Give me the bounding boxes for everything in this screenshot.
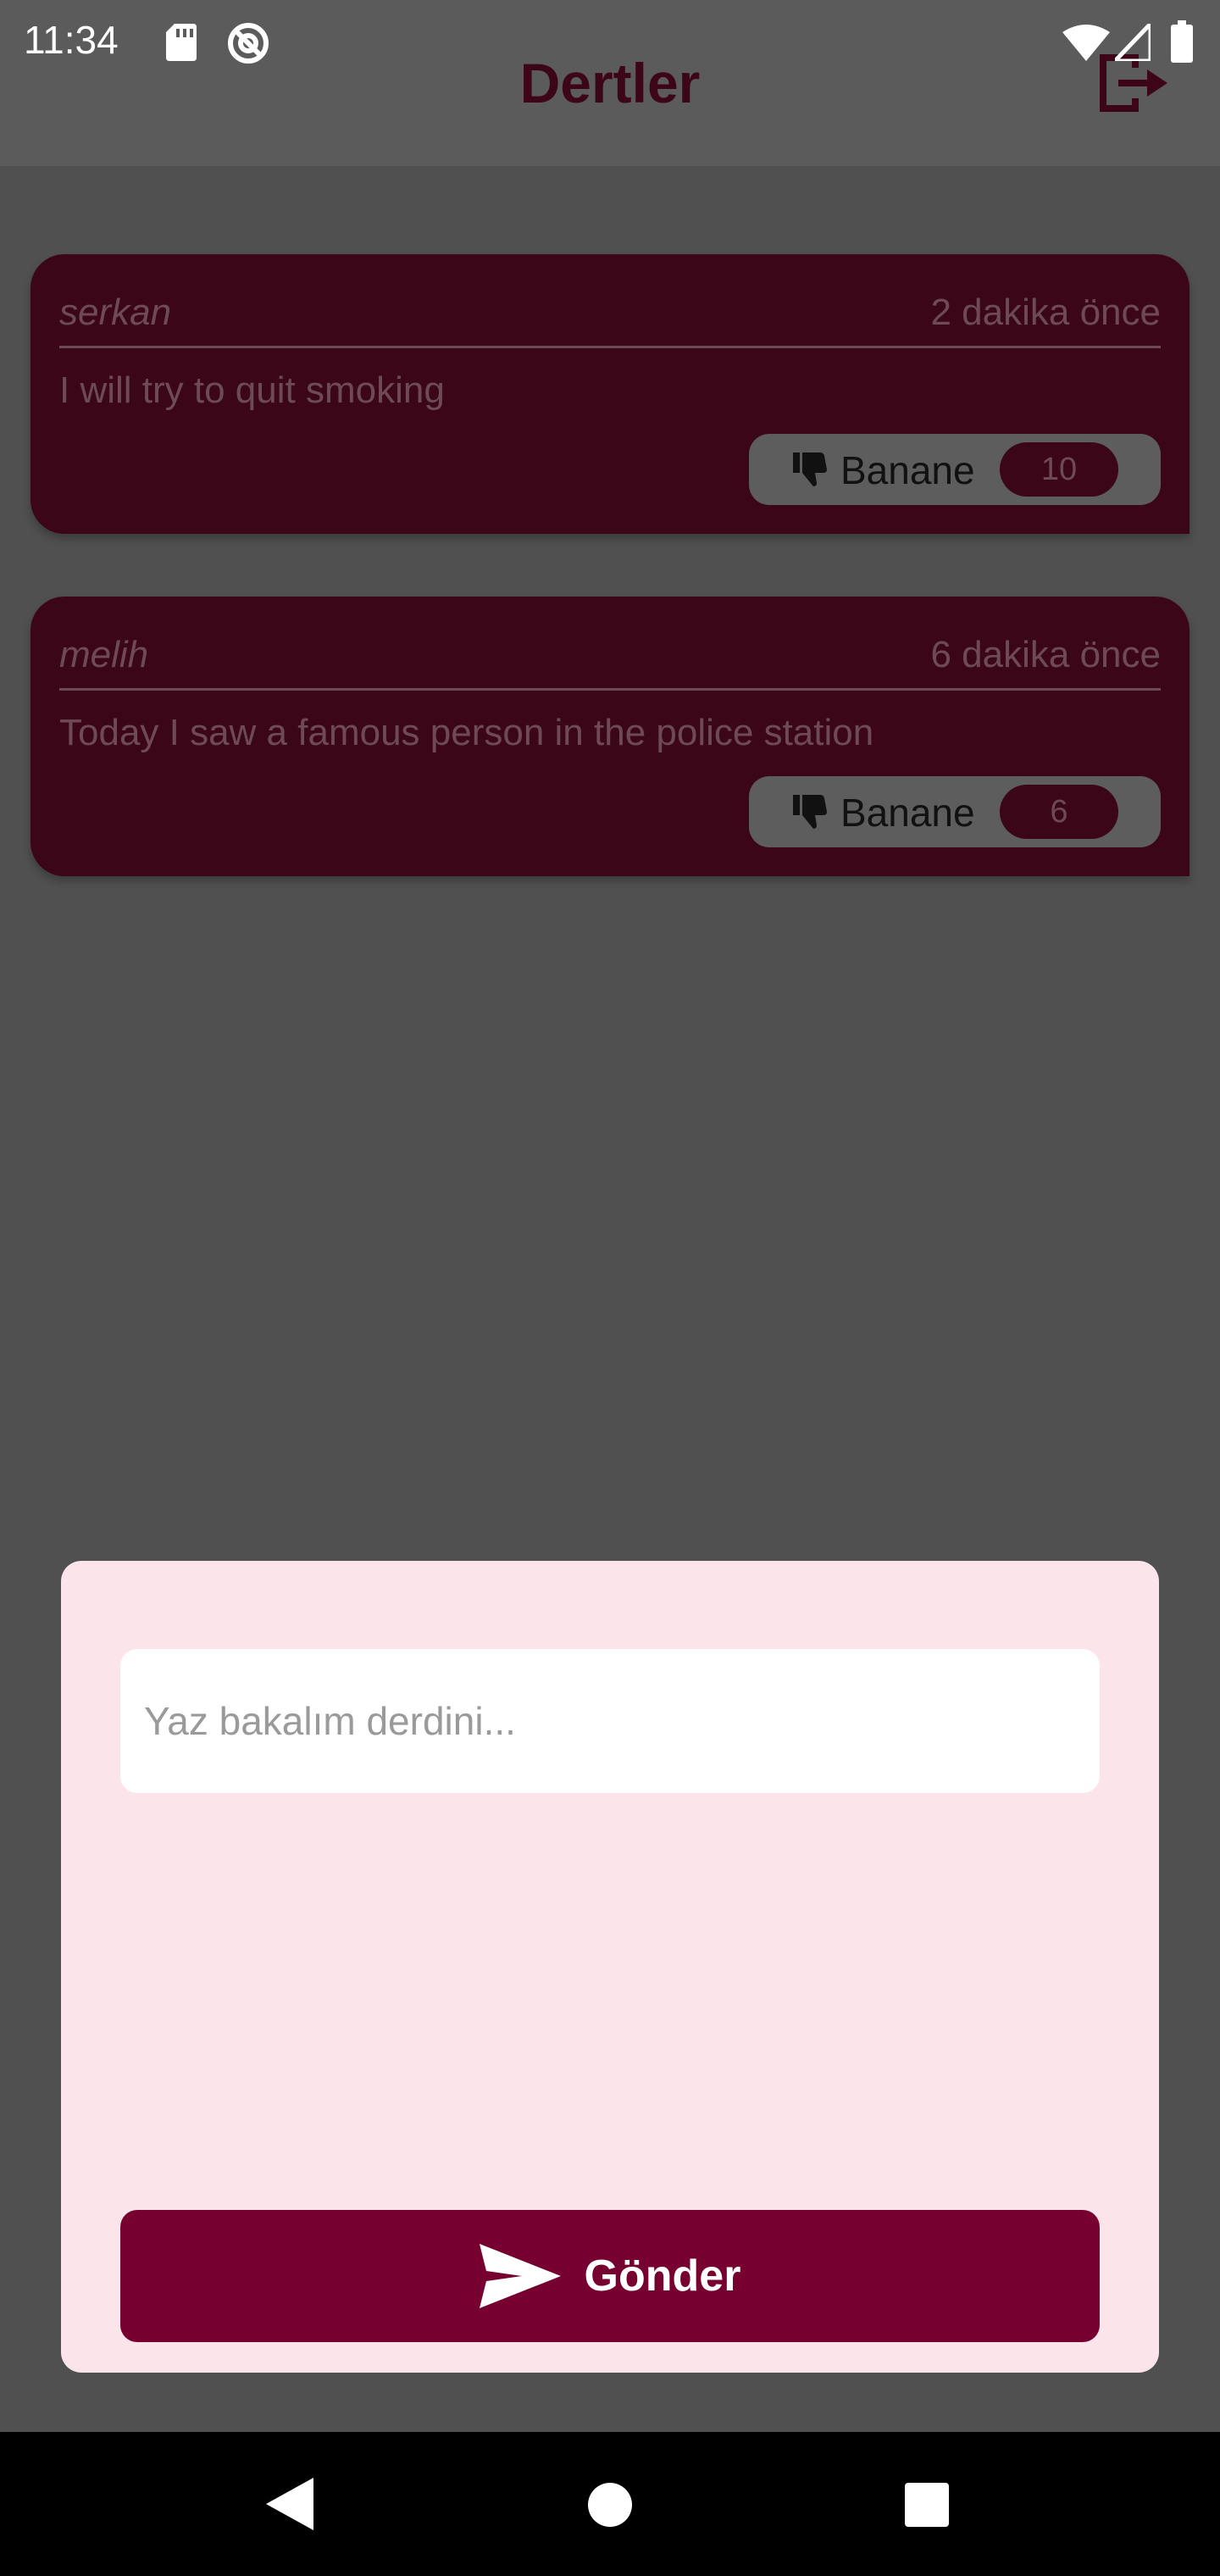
post-author: melih	[59, 634, 149, 675]
status-bar: 11:34	[0, 0, 1220, 85]
thumbs-down-icon	[793, 795, 827, 829]
send-label: Gönder	[584, 2251, 741, 2301]
send-button[interactable]: Gönder	[120, 2210, 1100, 2342]
post-input[interactable]	[120, 1649, 1100, 1793]
reaction-count: 6	[1000, 785, 1118, 839]
reaction-label: Banane	[840, 448, 975, 492]
post-card[interactable]: serkan 2 dakika önce I will try to quit …	[30, 254, 1190, 534]
post-divider	[59, 346, 1161, 348]
new-post-dialog: Gönder	[61, 1561, 1159, 2373]
send-icon	[479, 2244, 561, 2308]
post-text: I will try to quit smoking	[59, 369, 445, 411]
vpn-icon	[228, 23, 269, 64]
post-card[interactable]: melih 6 dakika önce Today I saw a famous…	[30, 597, 1190, 876]
post-author: serkan	[59, 291, 172, 333]
home-icon[interactable]	[588, 2483, 632, 2527]
sd-card-icon	[166, 24, 197, 61]
battery-icon	[1171, 20, 1193, 63]
post-time: 2 dakika önce	[930, 291, 1161, 333]
signal-icon	[1115, 24, 1151, 61]
post-text: Today I saw a famous person in the polic…	[59, 712, 874, 753]
system-navigation-bar	[0, 2432, 1220, 2576]
wifi-icon	[1062, 25, 1110, 61]
thumbs-down-icon	[793, 452, 827, 486]
banane-reaction-button[interactable]: Banane 6	[749, 776, 1161, 847]
status-time: 11:34	[24, 18, 119, 62]
post-divider	[59, 688, 1161, 691]
banane-reaction-button[interactable]: Banane 10	[749, 434, 1161, 505]
reaction-count: 10	[1000, 442, 1118, 497]
reaction-label: Banane	[840, 791, 975, 835]
back-icon[interactable]	[266, 2478, 313, 2530]
post-time: 6 dakika önce	[930, 634, 1161, 675]
recents-icon[interactable]	[905, 2483, 949, 2527]
